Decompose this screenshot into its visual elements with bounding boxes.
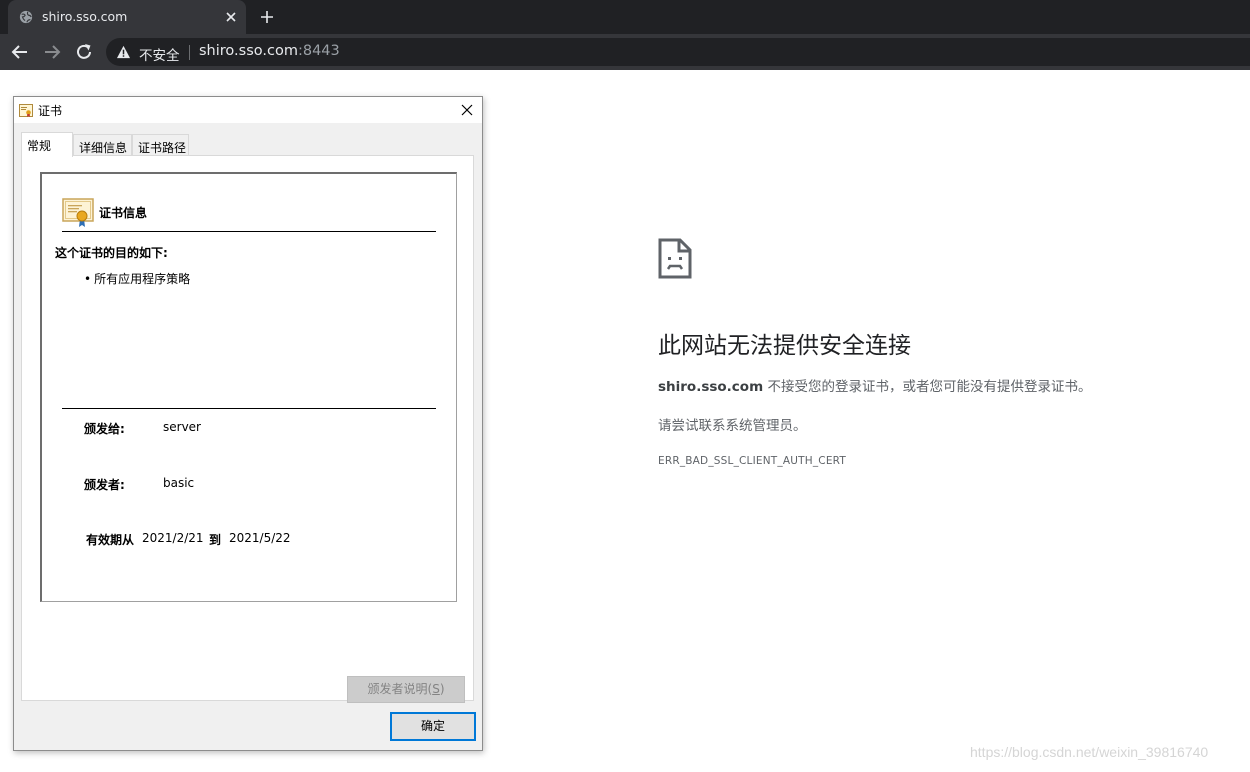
error-code[interactable]: ERR_BAD_SSL_CLIENT_AUTH_CERT — [658, 455, 846, 467]
valid-to-label: 到 — [209, 533, 222, 547]
valid-from-value: 2021/2/21 — [142, 531, 204, 545]
tab-general[interactable]: 常规 — [21, 132, 73, 157]
certificate-dialog: 证书 常规 详细信息 证书路径 证书信息 这个证书的目的如下: 所有应用程序策略 — [13, 96, 483, 751]
back-icon[interactable] — [9, 41, 31, 63]
certificate-info-title: 证书信息 — [99, 206, 148, 220]
reload-icon[interactable] — [73, 41, 95, 63]
purpose-item: 所有应用程序策略 — [84, 270, 190, 287]
close-icon[interactable] — [222, 8, 240, 26]
purpose-heading: 这个证书的目的如下: — [55, 246, 168, 260]
plus-icon[interactable] — [258, 8, 276, 26]
tab-title: shiro.sso.com — [42, 9, 128, 24]
certificate-icon — [19, 104, 33, 117]
address-bar[interactable]: 不安全 shiro.sso.com:8443 — [106, 38, 1250, 66]
url-port: :8443 — [297, 43, 340, 59]
issuer-statement-label: 颁发者说明( — [367, 682, 433, 696]
omnibox-divider — [189, 45, 190, 60]
tab-strip: shiro.sso.com — [0, 0, 1250, 34]
issuer-statement-accesskey: S — [432, 682, 440, 696]
url-host: shiro.sso.com — [199, 43, 298, 59]
issued-by-value: basic — [163, 476, 195, 490]
browser-toolbar: 不安全 shiro.sso.com:8443 — [0, 34, 1250, 70]
watermark: https://blog.csdn.net/weixin_39816740 — [970, 744, 1209, 760]
divider — [62, 231, 436, 232]
close-icon[interactable] — [459, 102, 475, 118]
url-text[interactable]: shiro.sso.com:8443 — [199, 43, 340, 59]
issuer-statement-paren: ) — [439, 682, 445, 696]
valid-to-value: 2021/5/22 — [229, 531, 291, 545]
dialog-title: 证书 — [38, 104, 63, 118]
error-description: shiro.sso.com 不接受您的登录证书，或者您可能没有提供登录证书。 — [658, 375, 1091, 395]
browser-tab[interactable]: shiro.sso.com — [8, 0, 246, 34]
divider — [62, 408, 436, 409]
certificate-icon — [62, 198, 94, 227]
dialog-title-bar[interactable]: 证书 — [14, 97, 482, 123]
error-suggestion: 请尝试联系系统管理员。 — [658, 418, 807, 434]
error-description-text: 不接受您的登录证书，或者您可能没有提供登录证书。 — [763, 379, 1092, 395]
issued-to-value: server — [163, 420, 201, 434]
security-label[interactable]: 不安全 — [139, 44, 180, 64]
issuer-statement-button[interactable]: 颁发者说明(S) — [347, 676, 465, 703]
valid-from-label: 有效期从 — [86, 533, 135, 547]
sad-page-icon — [658, 238, 692, 279]
certificate-info-frame: 证书信息 这个证书的目的如下: 所有应用程序策略 颁发给: server 颁发者… — [40, 172, 457, 602]
issued-to-label: 颁发给: — [84, 422, 125, 436]
tab-certification-path[interactable]: 证书路径 — [132, 134, 189, 156]
general-tab-panel: 证书信息 这个证书的目的如下: 所有应用程序策略 颁发给: server 颁发者… — [21, 155, 474, 703]
error-heading: 此网站无法提供安全连接 — [658, 333, 911, 359]
error-host: shiro.sso.com — [658, 379, 764, 395]
warning-icon[interactable] — [116, 45, 131, 59]
ok-button[interactable]: 确定 — [390, 712, 476, 741]
tab-details[interactable]: 详细信息 — [73, 134, 132, 156]
forward-icon[interactable] — [41, 41, 63, 63]
issued-by-label: 颁发者: — [84, 478, 125, 492]
globe-icon — [19, 10, 33, 24]
